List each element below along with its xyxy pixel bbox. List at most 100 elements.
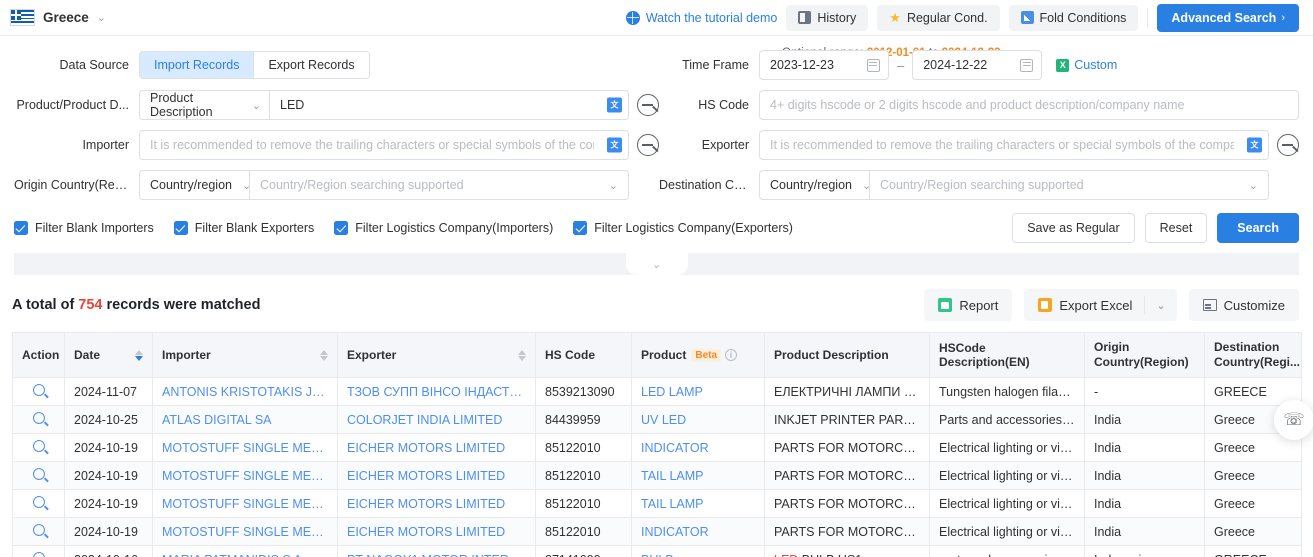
search-icon[interactable] — [32, 496, 45, 508]
cell-origin-country: Indonesia — [1084, 545, 1205, 557]
table-row[interactable]: 2024-10-16MARIA PATMANIDIS S APT NAGOYA … — [12, 545, 1302, 557]
search-icon[interactable] — [32, 552, 45, 557]
cell-hs-code: 85122010 — [535, 433, 632, 462]
cell-exporter[interactable]: EICHER MOTORS LIMITED — [337, 461, 536, 490]
tab-export-records[interactable]: Export Records — [253, 52, 369, 78]
clear-search-icon[interactable] — [637, 94, 659, 116]
column-product-label: Product — [641, 348, 687, 362]
row-detail-button[interactable] — [12, 545, 65, 557]
cell-origin-country: - — [1084, 377, 1205, 406]
export-excel-group: Export Excel ⌄ — [1024, 289, 1177, 321]
collapse-panel-toggle[interactable]: ⌄ — [625, 253, 688, 275]
search-icon[interactable] — [32, 384, 45, 396]
destination-country-type-select[interactable]: Country/region ⌄ — [759, 170, 871, 200]
customize-button[interactable]: Customize — [1188, 289, 1299, 321]
search-button[interactable]: Search — [1217, 213, 1299, 243]
cell-importer[interactable]: MOTOSTUFF SINGLE MEMBE... — [152, 433, 338, 462]
country-selector[interactable]: Greece ⌄ — [10, 9, 106, 26]
cell-exporter[interactable]: EICHER MOTORS LIMITED — [337, 517, 536, 546]
cell-importer[interactable]: MOTOSTUFF SINGLE MEMBE... — [152, 517, 338, 546]
row-detail-button[interactable] — [12, 405, 65, 434]
cell-importer[interactable]: MARIA PATMANIDIS S A — [152, 545, 338, 557]
clear-importer-icon[interactable] — [637, 134, 659, 156]
save-as-regular-button[interactable]: Save as Regular — [1012, 213, 1135, 243]
cell-product[interactable]: INDICATOR — [631, 433, 765, 462]
table-row[interactable]: 2024-10-25 ATLAS DIGITAL SA COLORJET INDIA… — [12, 405, 1302, 434]
report-button[interactable]: Report — [924, 289, 1013, 321]
cell-date: 2024-10-19 — [64, 517, 153, 546]
row-detail-button[interactable] — [12, 489, 65, 518]
search-icon[interactable] — [32, 440, 45, 452]
date-end-input[interactable]: 2024-12-22 — [912, 50, 1043, 80]
fold-conditions-button[interactable]: Fold Conditions — [1008, 4, 1139, 31]
cell-product[interactable]: INDICATOR — [631, 517, 765, 546]
row-detail-button[interactable] — [12, 517, 65, 546]
row-detail-button[interactable] — [12, 433, 65, 462]
checkbox-filter-blank-exporters[interactable]: Filter Blank Exporters — [173, 221, 314, 235]
column-date[interactable]: Date — [64, 332, 153, 378]
row-detail-button[interactable] — [12, 377, 65, 406]
watch-tutorial-link[interactable]: Watch the tutorial demo — [625, 10, 778, 25]
regular-conditions-button[interactable]: ★ Regular Cond. — [877, 4, 1000, 31]
export-excel-dropdown[interactable]: ⌄ — [1144, 296, 1176, 314]
cell-exporter[interactable]: COLORJET INDIA LIMITED — [337, 405, 536, 434]
advanced-search-button[interactable]: Advanced Search › — [1157, 3, 1299, 32]
history-button[interactable]: History — [786, 4, 869, 31]
cell-product[interactable]: TAIL LAMP — [631, 461, 765, 490]
sort-importer-icon[interactable] — [320, 349, 328, 361]
row-detail-button[interactable] — [12, 461, 65, 490]
report-icon — [938, 298, 953, 312]
support-headset-icon[interactable]: ☏ — [1274, 400, 1313, 440]
table-row[interactable]: 2024-10-19 MOTOSTUFF SINGLE MEMBE... EICHE… — [12, 489, 1302, 518]
cell-exporter[interactable]: EICHER MOTORS LIMITED — [337, 489, 536, 518]
origin-country-type-select[interactable]: Country/region ⌄ — [139, 170, 251, 200]
product-type-select[interactable]: Product Description ⌄ — [139, 90, 269, 120]
custom-range-button[interactable]: X Custom — [1056, 58, 1117, 72]
cell-product[interactable]: LED LAMP — [631, 377, 765, 406]
cell-product[interactable]: TAIL LAMP — [631, 489, 765, 518]
date-start-input[interactable]: 2023-12-23 — [759, 50, 889, 80]
sort-exporter-icon[interactable] — [518, 349, 526, 361]
column-exporter[interactable]: Exporter — [337, 332, 536, 378]
table-row[interactable]: 2024-10-19 MOTOSTUFF SINGLE MEMBE... EICHE… — [12, 433, 1302, 462]
info-icon[interactable]: i — [725, 349, 738, 361]
cell-importer[interactable]: MOTOSTUFF SINGLE MEMBE... — [152, 461, 338, 490]
destination-country-input[interactable]: Country/Region searching supported ⌄ — [869, 170, 1269, 200]
translate-icon[interactable]: 文 — [1247, 137, 1262, 153]
table-row[interactable]: 2024-11-07 ANTONIS KRISTOTAKIS JOAN... ТЗО… — [12, 377, 1302, 406]
cell-importer[interactable]: MOTOSTUFF SINGLE MEMBE... — [152, 489, 338, 518]
cell-product[interactable]: BULB — [631, 545, 765, 557]
watch-tutorial-label: Watch the tutorial demo — [645, 10, 778, 25]
search-panel: Optional range: 2012-01-01 to 2024-12-22… — [0, 36, 1313, 275]
checkbox-filter-blank-importers[interactable]: Filter Blank Importers — [14, 221, 154, 235]
checkbox-filter-logistics-exporters[interactable]: Filter Logistics Company(Exporters) — [573, 221, 793, 235]
cell-product[interactable]: UV LED — [631, 405, 765, 434]
cell-date: 2024-10-19 — [64, 461, 153, 490]
cell-exporter[interactable]: EICHER MOTORS LIMITED — [337, 433, 536, 462]
exporter-input[interactable] — [759, 130, 1269, 160]
table-row[interactable]: 2024-10-19 MOTOSTUFF SINGLE MEMBE... EICHE… — [12, 461, 1302, 490]
tab-import-records[interactable]: Import Records — [140, 52, 254, 78]
clear-exporter-icon[interactable] — [1277, 134, 1299, 156]
product-input[interactable] — [269, 90, 629, 120]
translate-icon[interactable]: 文 — [607, 97, 622, 113]
column-importer[interactable]: Importer — [152, 332, 338, 378]
translate-icon[interactable]: 文 — [607, 137, 622, 153]
search-icon[interactable] — [32, 524, 45, 536]
cell-hs-code: 85122010 — [535, 517, 632, 546]
hs-code-input[interactable] — [759, 90, 1299, 120]
reset-button[interactable]: Reset — [1144, 213, 1208, 243]
table-row[interactable]: 2024-10-19 MOTOSTUFF SINGLE MEMBE... EICHE… — [12, 517, 1302, 546]
cell-exporter[interactable]: PT NAGOYA MOTOR INTERNASIONAL — [337, 545, 536, 557]
cell-exporter[interactable]: ТЗОВ СУПП ВІНСО ІНДАСТРІС УКР... — [337, 377, 536, 406]
date-range-separator: – — [897, 57, 905, 73]
search-icon[interactable] — [32, 412, 45, 424]
importer-input[interactable] — [139, 130, 629, 160]
origin-country-input[interactable]: Country/Region searching supported ⌄ — [249, 170, 629, 200]
cell-importer[interactable]: ATLAS DIGITAL SA — [152, 405, 338, 434]
sort-date-icon[interactable] — [135, 349, 143, 361]
search-icon[interactable] — [32, 468, 45, 480]
cell-importer[interactable]: ANTONIS KRISTOTAKIS JOAN... — [152, 377, 338, 406]
checkbox-filter-logistics-importers[interactable]: Filter Logistics Company(Importers) — [334, 221, 553, 235]
export-excel-button[interactable]: Export Excel — [1024, 298, 1144, 313]
